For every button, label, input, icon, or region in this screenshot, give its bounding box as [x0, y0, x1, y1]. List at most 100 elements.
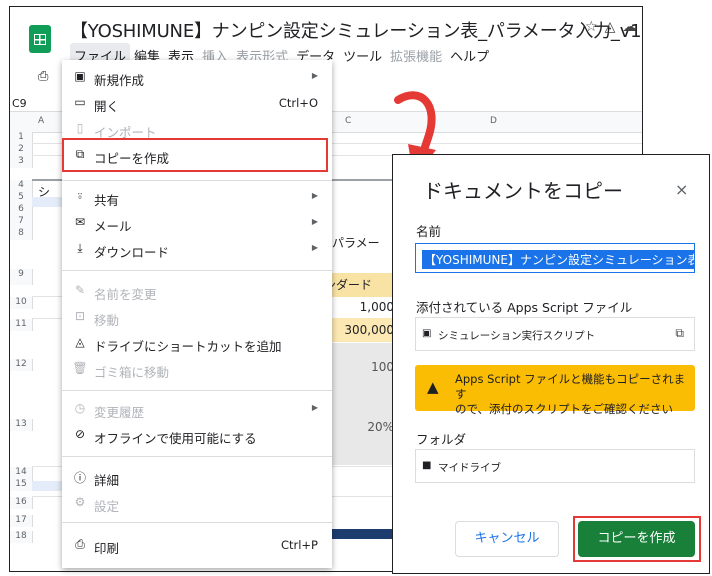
menu-item-trash[interactable]: 🗑 ゴミ箱に移動 [62, 358, 332, 382]
apps-script-label: 添付されている Apps Script ファイル [416, 300, 633, 315]
column-d-header[interactable]: D [490, 116, 497, 126]
move-folder-icon: ⊡ [74, 309, 86, 323]
make-copy-button-highlight-frame [573, 516, 701, 562]
file-menu: ▣ 新規作成 ▶ ▭ 開く Ctrl+O ▯ インポート ⧉ コピーを作成 ⍤ … [62, 60, 332, 568]
row-header[interactable]: 16 [10, 497, 33, 509]
menu-item-label: 設定 [94, 499, 120, 514]
print-icon[interactable]: ⎙ [38, 69, 48, 84]
menu-item-label: メール [94, 219, 132, 234]
folder-label: フォルダ [416, 432, 467, 447]
menu-item-label: ダウンロード [94, 245, 170, 260]
shortcut-label: Ctrl+P [280, 538, 318, 552]
menu-separator [62, 180, 332, 181]
row-header[interactable]: 3 [10, 156, 33, 168]
menu-item-settings[interactable]: ⚙ 設定 [62, 492, 332, 516]
submenu-arrow-icon: ▶ [311, 243, 318, 252]
download-icon: ⤓ [77, 241, 83, 255]
row-header[interactable]: 4 [10, 180, 33, 192]
mail-icon: ✉ [74, 215, 86, 229]
menu-item-new[interactable]: ▣ 新規作成 ▶ [62, 66, 332, 90]
share-user-icon: ⍤ [76, 189, 84, 203]
menu-item-label: ドライブにショートカットを追加 [94, 339, 282, 354]
close-icon[interactable]: × [675, 180, 688, 199]
column-a-header[interactable]: A [38, 116, 44, 126]
menu-item-label: 印刷 [94, 541, 120, 556]
menu-item-label: オフラインで使用可能にする [94, 431, 257, 446]
cloud-status-icon[interactable]: ☁ [622, 19, 636, 35]
menu-item-add-shortcut[interactable]: ◬ ドライブにショートカットを追加 [62, 332, 332, 356]
copy-name-input[interactable]: 【YOSHIMUNE】ナンピン設定シミュレーション表_パラメータ入力_v1.0 [415, 243, 695, 273]
menu-item-rename[interactable]: ✎ 名前を変更 [62, 280, 332, 304]
menu-item-details[interactable]: ⓘ 詳細 [62, 466, 332, 490]
import-file-icon: ▯ [76, 121, 84, 135]
row-header[interactable]: 10 [10, 297, 33, 309]
menu-help[interactable]: ヘルプ [446, 43, 493, 68]
rename-pencil-icon: ✎ [74, 283, 86, 297]
dialog-title: ドキュメントをコピー [423, 179, 623, 203]
cell-a4[interactable]: シ [38, 183, 50, 200]
menu-item-move[interactable]: ⊡ 移動 [62, 306, 332, 330]
row-header[interactable]: 14 [10, 467, 33, 479]
folder-icon: ▭ [74, 95, 86, 109]
menu-item-version-history[interactable]: ◷ 変更履歴 ▶ [62, 398, 332, 422]
row-header[interactable]: 8 [10, 228, 33, 240]
menu-item-label: ゴミ箱に移動 [94, 365, 170, 380]
move-to-drive-icon[interactable]: ◬ [605, 19, 616, 35]
menu-item-offline[interactable]: ⊘ オフラインで使用可能にする [62, 424, 332, 448]
menu-item-open[interactable]: ▭ 開く Ctrl+O [62, 92, 332, 116]
new-document-icon: ▣ [74, 69, 86, 83]
folder-select[interactable]: ■ マイドライブ [415, 449, 695, 483]
row-header[interactable]: 17 [10, 515, 33, 527]
row-header[interactable]: 12 [10, 359, 33, 371]
warning-line-2: ので、添付のスクリプトをご確認ください [455, 402, 674, 416]
menu-item-print[interactable]: ⎙ 印刷 Ctrl+P [62, 534, 332, 558]
trash-icon: 🗑 [72, 361, 88, 375]
open-external-icon[interactable]: ⧉ [675, 326, 684, 341]
name-box[interactable]: C9 [12, 97, 27, 110]
menu-item-label: 開く [94, 99, 120, 114]
menu-separator [62, 390, 332, 391]
menu-tools[interactable]: ツール [339, 43, 386, 68]
menu-separator [62, 456, 332, 457]
submenu-arrow-icon: ▶ [311, 403, 318, 412]
menu-extensions[interactable]: 拡張機能 [386, 43, 446, 68]
folder-value: マイドライブ [438, 462, 501, 474]
row-header[interactable]: 13 [10, 419, 33, 431]
settings-gear-icon: ⚙ [74, 495, 86, 509]
row-header[interactable]: 6 [10, 204, 33, 216]
row-header[interactable]: 1 [10, 132, 33, 144]
menu-item-label: 共有 [94, 193, 120, 208]
submenu-arrow-icon: ▶ [311, 191, 318, 200]
print-icon: ⎙ [75, 537, 85, 551]
submenu-arrow-icon: ▶ [311, 217, 318, 226]
menu-separator [62, 270, 332, 271]
title-icons: ☆ ◬ ☁ [585, 19, 642, 35]
apps-script-file-item[interactable]: ▣ シミュレーション実行スクリプト ⧉ [415, 317, 695, 351]
row-header[interactable]: 7 [10, 216, 33, 228]
document-title[interactable]: 【YOSHIMUNE】ナンピン設定シミュレーション表_パラメータ入力_v1.0 [70, 17, 642, 43]
row-header[interactable]: 11 [10, 319, 33, 331]
warning-banner: ▲ Apps Script ファイルと機能もコピーされます ので、添付のスクリプ… [415, 365, 695, 416]
script-file-name: シミュレーション実行スクリプト [438, 330, 596, 342]
row-header[interactable]: 18 [10, 531, 33, 543]
copy-document-dialog: ドキュメントをコピー × 名前 【YOSHIMUNE】ナンピン設定シミュレーショ… [392, 154, 710, 574]
menu-item-label: 名前を変更 [94, 287, 157, 302]
menu-item-label: 詳細 [94, 473, 120, 488]
sheets-logo-icon[interactable] [29, 25, 51, 53]
make-copy-highlight-frame [62, 138, 328, 172]
column-c-header[interactable]: C [345, 116, 351, 126]
info-icon: ⓘ [73, 471, 86, 485]
star-icon[interactable]: ☆ [585, 19, 598, 35]
row-header[interactable]: 5 [10, 192, 33, 204]
menu-item-download[interactable]: ⤓ ダウンロード ▶ [62, 238, 332, 262]
menu-item-email[interactable]: ✉ メール ▶ [62, 212, 332, 236]
menu-item-share[interactable]: ⍤ 共有 ▶ [62, 186, 332, 210]
row-header[interactable]: 2 [10, 144, 33, 156]
row-header[interactable]: 15 [10, 479, 33, 491]
copy-name-value: 【YOSHIMUNE】ナンピン設定シミュレーション表_パラメータ入力_v1.0 [422, 250, 694, 269]
menu-item-label: 新規作成 [94, 73, 145, 88]
row-header[interactable]: 9 [10, 269, 33, 285]
cancel-button[interactable]: キャンセル [455, 521, 559, 557]
warning-icon: ▲ [427, 378, 439, 396]
offline-check-icon: ⊘ [74, 427, 86, 441]
